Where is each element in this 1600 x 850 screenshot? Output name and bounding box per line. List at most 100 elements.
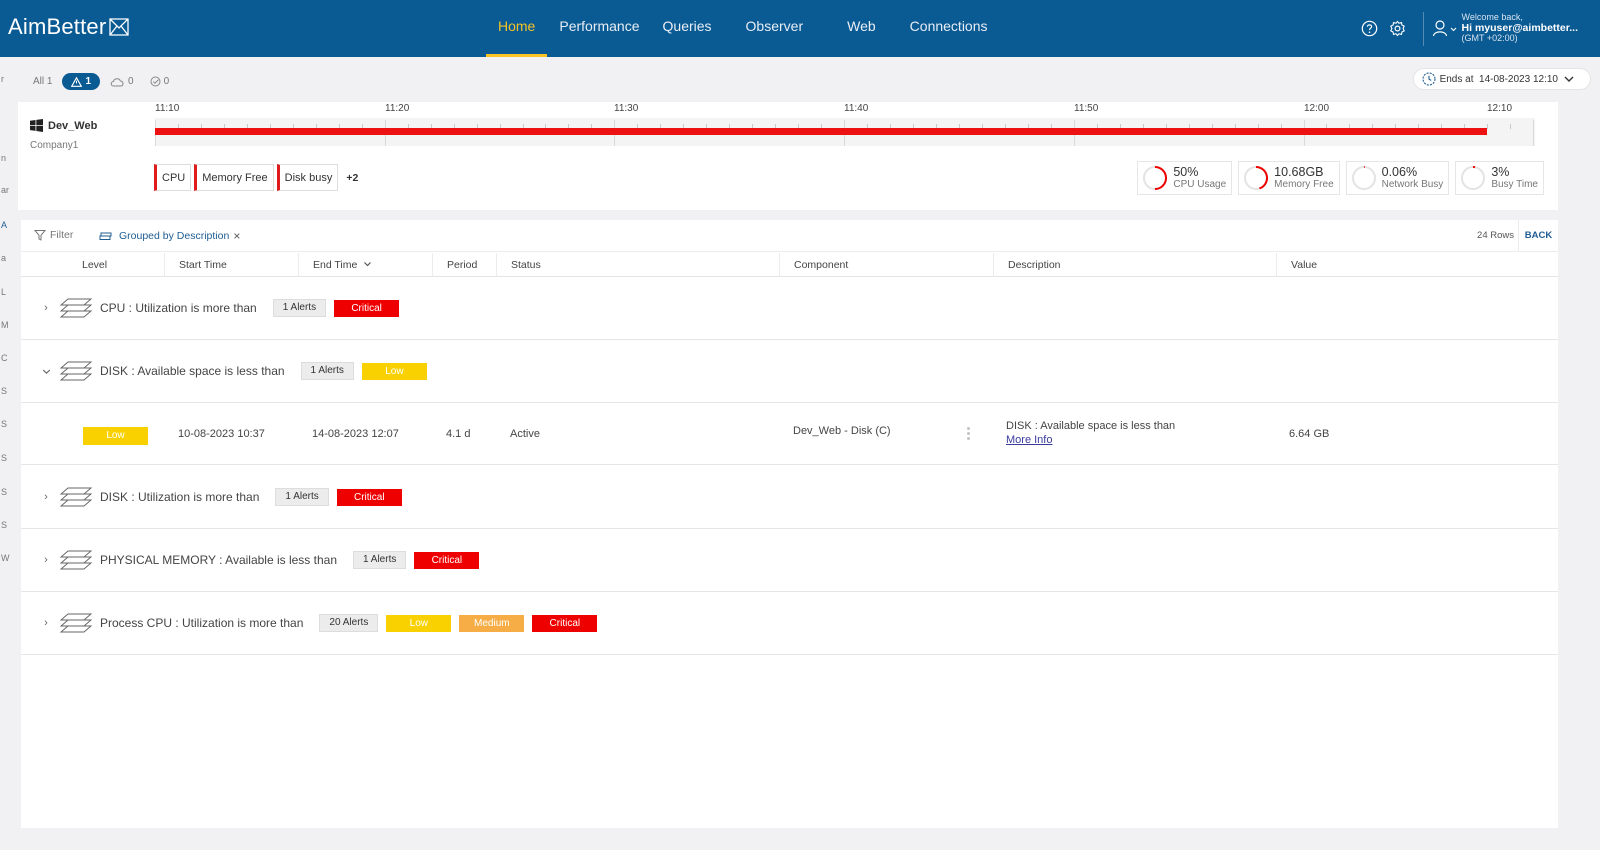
- severity-low-badge: Low: [83, 426, 148, 445]
- user-menu[interactable]: Welcome back, Hi myuser@aimbetter... (GM…: [1432, 12, 1578, 44]
- nav-home[interactable]: Home: [486, 0, 548, 57]
- filter-label: Filter: [50, 229, 74, 241]
- metric-label: CPU Usage: [1173, 178, 1227, 190]
- sidebar-item[interactable]: L: [1, 287, 6, 297]
- col-end-time[interactable]: End Time: [299, 253, 433, 277]
- chevron-down-icon[interactable]: [40, 368, 52, 375]
- group-row[interactable]: › PHYSICAL MEMORY : Available is less th…: [21, 529, 1558, 592]
- severity-critical-badge: Critical: [532, 614, 598, 632]
- time-range-picker[interactable]: Ends at 14-08-2023 12:10: [1412, 68, 1591, 90]
- chevron-right-icon[interactable]: ›: [40, 491, 52, 503]
- sort-down-icon: [364, 262, 372, 267]
- divider: [1422, 11, 1424, 46]
- metric-network-busy[interactable]: 0.06% Network Busy: [1345, 161, 1450, 195]
- filter-warning-active[interactable]: 1: [62, 73, 101, 90]
- nav-observer[interactable]: Observer: [734, 0, 816, 57]
- timezone-text: (GMT +02:00): [1461, 33, 1518, 44]
- metric-value: 3%: [1491, 165, 1510, 180]
- group-row[interactable]: › Process CPU : Utilization is more than…: [21, 592, 1558, 655]
- sidebar-item[interactable]: M: [1, 320, 9, 330]
- app-logo[interactable]: AimBetter: [8, 14, 130, 40]
- chevron-right-icon[interactable]: ›: [40, 617, 52, 629]
- group-row-expanded[interactable]: DISK : Available space is less than 1 Al…: [21, 340, 1558, 403]
- cpu-gauge-icon: [1143, 166, 1168, 190]
- group-title: Process CPU : Utilization is more than: [100, 616, 304, 630]
- chevron-down-icon: [1564, 76, 1574, 82]
- alert-timeline[interactable]: 11:10 11:20 11:30 11:40 11:50 12:00 12:1…: [155, 103, 1535, 146]
- stack-icon: [60, 548, 92, 572]
- chevron-right-icon[interactable]: ›: [40, 554, 52, 566]
- cell-end-time: 14-08-2023 12:07: [312, 428, 399, 440]
- col-level[interactable]: Level: [21, 253, 165, 277]
- alert-count-badge: 1 Alerts: [353, 551, 407, 569]
- table-row[interactable]: Low 10-08-2023 10:37 14-08-2023 12:07 4.…: [21, 403, 1558, 465]
- network-gauge-icon: [1351, 166, 1376, 190]
- more-chips[interactable]: +2: [346, 172, 358, 184]
- metric-label: Memory Free: [1274, 178, 1334, 190]
- back-button[interactable]: BACK: [1518, 220, 1558, 252]
- sidebar-item[interactable]: S: [1, 453, 7, 463]
- server-name[interactable]: Dev_Web: [30, 119, 97, 132]
- chip-cpu[interactable]: CPU: [154, 164, 192, 191]
- col-period[interactable]: Period: [433, 253, 497, 277]
- chevron-right-icon[interactable]: ›: [40, 302, 52, 314]
- sidebar-item[interactable]: S: [1, 386, 7, 396]
- filter-all[interactable]: All 1: [33, 76, 52, 87]
- group-by-chip[interactable]: Grouped by Description ×: [99, 229, 240, 243]
- nav-connections[interactable]: Connections: [898, 0, 1000, 57]
- metric-memory-free[interactable]: 10.68GB Memory Free: [1238, 161, 1340, 195]
- metric-busy-time[interactable]: 3% Busy Time: [1455, 161, 1544, 195]
- col-description[interactable]: Description: [994, 253, 1277, 277]
- user-info: Welcome back, Hi myuser@aimbetter... (GM…: [1461, 12, 1578, 44]
- sidebar-item[interactable]: a: [1, 253, 6, 263]
- filter-resolved[interactable]: 0: [150, 76, 170, 87]
- top-navbar: AimBetter Home Performance Queries Obser…: [0, 0, 1600, 57]
- check-circle-icon: [150, 76, 161, 87]
- sidebar-item[interactable]: S: [1, 487, 7, 497]
- timeline-label: 12:10: [1487, 103, 1513, 114]
- severity-critical-badge: Critical: [334, 299, 400, 317]
- col-component[interactable]: Component: [780, 253, 994, 277]
- sidebar-item-active[interactable]: A: [1, 220, 7, 230]
- gear-icon[interactable]: [1387, 18, 1409, 40]
- group-row[interactable]: › DISK : Utilization is more than 1 Aler…: [21, 466, 1558, 529]
- sidebar-item[interactable]: C: [1, 353, 8, 363]
- warning-icon: [71, 76, 83, 87]
- metric-value: 10.68GB: [1274, 165, 1324, 180]
- sidebar-item[interactable]: S: [1, 520, 7, 530]
- help-icon[interactable]: [1359, 18, 1381, 40]
- nav-queries[interactable]: Queries: [651, 0, 724, 57]
- sidebar-item[interactable]: W: [1, 553, 10, 563]
- sidebar-item[interactable]: S: [1, 419, 7, 429]
- nav-performance[interactable]: Performance: [547, 0, 651, 57]
- sidebar-item[interactable]: ar: [1, 185, 9, 195]
- filter-button[interactable]: Filter: [34, 229, 73, 241]
- group-row[interactable]: › CPU : Utilization is more than 1 Alert…: [21, 277, 1558, 340]
- timeline-tick: [1510, 124, 1512, 129]
- sidebar-item[interactable]: n: [1, 153, 6, 163]
- chip-disk-busy[interactable]: Disk busy: [276, 164, 339, 191]
- metric-value: 50%: [1173, 165, 1199, 180]
- description-text: DISK : Available space is less than: [1006, 420, 1176, 433]
- severity-critical-badge: Critical: [336, 488, 402, 506]
- layers-icon: [99, 232, 112, 240]
- col-start-time[interactable]: Start Time: [165, 253, 299, 277]
- cell-value: 6.64 GB: [1289, 428, 1330, 440]
- row-menu-icon[interactable]: [967, 427, 971, 442]
- severity-low-badge: Low: [386, 614, 452, 632]
- metric-cpu-usage[interactable]: 50% CPU Usage: [1137, 161, 1233, 195]
- more-info-link[interactable]: More Info: [1006, 434, 1052, 448]
- sidebar-item[interactable]: r: [1, 74, 4, 84]
- alert-filter-bar: All 1 1 0 0: [33, 73, 185, 90]
- nav-web[interactable]: Web: [835, 0, 888, 57]
- timeline-tick: [1533, 120, 1535, 146]
- resolved-count: 0: [163, 76, 170, 87]
- col-value[interactable]: Value: [1277, 253, 1558, 277]
- filter-cloud[interactable]: 0: [110, 76, 134, 87]
- chip-memory-free[interactable]: Memory Free: [194, 164, 274, 191]
- col-status[interactable]: Status: [497, 253, 780, 277]
- busy-time-gauge-icon: [1461, 166, 1486, 190]
- close-icon[interactable]: ×: [233, 229, 240, 243]
- group-title: CPU : Utilization is more than: [100, 301, 257, 315]
- timeline-tick: [1487, 124, 1489, 129]
